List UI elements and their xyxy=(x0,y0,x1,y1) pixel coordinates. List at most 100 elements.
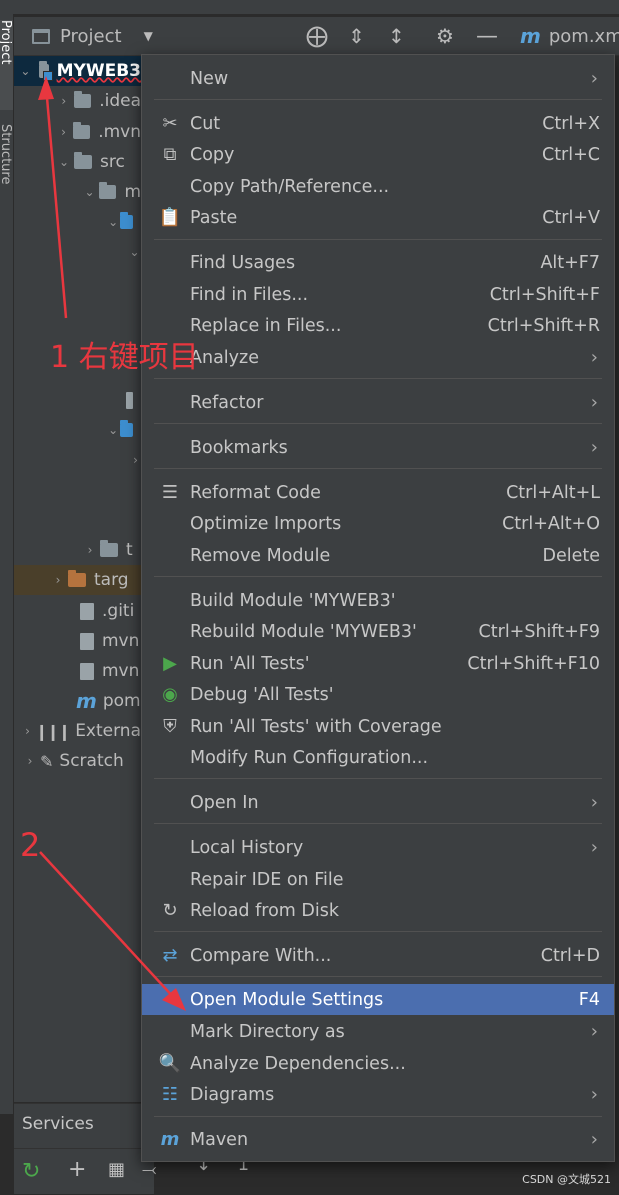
menu-item-rebuild-module[interactable]: Rebuild Module 'MYWEB3' Ctrl+Shift+F9 xyxy=(142,616,614,647)
menu-item-analyze-dependencies[interactable]: 🔍 Analyze Dependencies... xyxy=(142,1048,614,1079)
menu-item-build-module[interactable]: Build Module 'MYWEB3' xyxy=(142,585,614,616)
chevron-right-icon[interactable]: › xyxy=(54,125,73,139)
menu-item-reload-from-disk[interactable]: ↻ Reload from Disk xyxy=(142,895,614,926)
menu-separator xyxy=(154,1116,602,1117)
menu-item-repair-ide[interactable]: Repair IDE on File xyxy=(142,864,614,895)
chevron-down-icon[interactable]: ⌄ xyxy=(20,64,31,78)
chevron-down-icon[interactable]: ⌄ xyxy=(106,215,120,229)
chevron-right-icon: › xyxy=(590,792,598,813)
menu-item-shortcut: Ctrl+Shift+R xyxy=(487,315,600,336)
filter-icon[interactable]: ⤙ xyxy=(142,1159,156,1180)
menu-item-shortcut: Ctrl+Alt+O xyxy=(502,513,600,534)
menu-item-copy-path[interactable]: Copy Path/Reference... xyxy=(142,171,614,202)
folder-icon xyxy=(74,152,92,169)
menu-item-find-in-files[interactable]: Find in Files... Ctrl+Shift+F xyxy=(142,279,614,310)
menu-separator xyxy=(154,423,602,424)
menu-item-diagrams[interactable]: ☷ Diagrams › xyxy=(142,1079,614,1110)
chevron-down-icon[interactable]: ⌄ xyxy=(80,185,99,199)
tree-row-root[interactable]: ⌄ MYWEB3 xyxy=(14,56,141,86)
chevron-right-icon[interactable]: › xyxy=(80,543,100,557)
menu-item-label: Reformat Code xyxy=(190,482,321,503)
menu-item-open-in[interactable]: Open In › xyxy=(142,787,614,818)
menu-separator xyxy=(154,99,602,100)
menu-item-copy[interactable]: ⧉ Copy Ctrl+C xyxy=(142,139,614,170)
menu-item-mark-directory[interactable]: Mark Directory as › xyxy=(142,1016,614,1047)
structure-tool-tab[interactable]: Structure xyxy=(0,124,13,224)
chevron-right-icon[interactable]: › xyxy=(130,453,141,467)
folder-icon xyxy=(73,122,91,139)
tree-row-external-libraries[interactable]: › ❙❙❙ Externa xyxy=(20,716,141,746)
menu-item-new[interactable]: New › xyxy=(142,63,614,94)
menu-item-compare-with[interactable]: ⇄ Compare With... Ctrl+D xyxy=(142,940,614,971)
refresh-icon[interactable]: ↻ xyxy=(22,1159,40,1184)
menu-item-run-all-tests[interactable]: ▶ Run 'All Tests' Ctrl+Shift+F10 xyxy=(142,648,614,679)
menu-item-find-usages[interactable]: Find Usages Alt+F7 xyxy=(142,247,614,278)
menu-item-debug-all-tests[interactable]: ◉ Debug 'All Tests' xyxy=(142,679,614,710)
scissors-icon: ✂ xyxy=(162,113,178,134)
tree-row-mvnw[interactable]: mvn xyxy=(80,626,141,656)
menu-item-cut[interactable]: ✂ Cut Ctrl+X xyxy=(142,108,614,139)
tree-row-idea[interactable]: › .idea xyxy=(54,86,141,116)
project-tool-tab[interactable]: Project xyxy=(0,20,13,110)
menu-item-refactor[interactable]: Refactor › xyxy=(142,387,614,418)
tree-row-webinf[interactable]: › xyxy=(130,445,141,475)
project-view-selector[interactable]: Project ▼ xyxy=(32,17,153,55)
tree-row-target[interactable]: › targ xyxy=(14,565,141,595)
menu-item-label: Modify Run Configuration... xyxy=(190,747,429,768)
tab-pom-xml[interactable]: m pom.xml xyxy=(520,17,619,55)
menu-item-analyze[interactable]: Analyze › xyxy=(142,342,614,373)
locate-target-icon[interactable]: ⨁ xyxy=(306,17,328,55)
menu-separator xyxy=(154,576,602,577)
tree-row-java[interactable]: ⌄ xyxy=(106,207,141,237)
hide-minus-icon[interactable]: — xyxy=(476,17,498,55)
maven-icon: m xyxy=(76,689,97,713)
chevron-right-icon[interactable]: › xyxy=(54,94,74,108)
tree-row-src[interactable]: ⌄ src xyxy=(54,147,141,177)
gear-icon[interactable]: ⚙ xyxy=(436,17,454,55)
menu-item-local-history[interactable]: Local History › xyxy=(142,832,614,863)
tree-row-resource[interactable] xyxy=(126,385,141,415)
tree-row-main[interactable]: ⌄ m xyxy=(80,177,141,207)
menu-item-label: New xyxy=(190,68,229,89)
menu-item-open-module-settings[interactable]: Open Module Settings F4 xyxy=(142,984,614,1015)
chevron-right-icon[interactable]: › xyxy=(20,754,40,768)
project-view-title: Project xyxy=(60,25,122,47)
add-icon[interactable]: + xyxy=(68,1157,86,1182)
chevron-right-icon[interactable]: › xyxy=(20,724,35,738)
tree-row-mvn[interactable]: › .mvn xyxy=(54,117,141,147)
services-title: Services xyxy=(22,1114,94,1134)
menu-item-reformat-code[interactable]: ☰ Reformat Code Ctrl+Alt+L xyxy=(142,477,614,508)
collapse-all-icon[interactable]: ↕ xyxy=(388,17,405,55)
chevron-down-icon[interactable]: ⌄ xyxy=(128,245,141,259)
menu-item-run-with-coverage[interactable]: ⛨ Run 'All Tests' with Coverage xyxy=(142,711,614,742)
menu-item-optimize-imports[interactable]: Optimize Imports Ctrl+Alt+O xyxy=(142,508,614,539)
tree-row-pom[interactable]: m pom xyxy=(76,686,141,716)
menu-item-shortcut: Ctrl+D xyxy=(540,945,600,966)
menu-item-label: Refactor xyxy=(190,392,264,413)
menu-item-label: Compare With... xyxy=(190,945,332,966)
top-edge xyxy=(0,0,619,14)
menu-item-shortcut: F4 xyxy=(578,989,600,1010)
menu-item-label: Rebuild Module 'MYWEB3' xyxy=(190,621,417,642)
chevron-down-icon[interactable]: ⌄ xyxy=(54,155,74,169)
menu-item-shortcut: Ctrl+X xyxy=(542,113,600,134)
tree-row-gitignore[interactable]: .giti xyxy=(80,596,141,626)
menu-item-replace-in-files[interactable]: Replace in Files... Ctrl+Shift+R xyxy=(142,310,614,341)
chevron-down-icon[interactable]: ⌄ xyxy=(106,423,120,437)
tree-row-webapp[interactable]: ⌄ xyxy=(106,415,141,445)
menu-item-paste[interactable]: 📋 Paste Ctrl+V xyxy=(142,202,614,233)
tree-row-nested[interactable]: ⌄ xyxy=(128,237,141,267)
menu-item-label: Mark Directory as xyxy=(190,1021,345,1042)
menu-item-bookmarks[interactable]: Bookmarks › xyxy=(142,432,614,463)
menu-item-label: Open In xyxy=(190,792,259,813)
tree-row-scratches[interactable]: › ✎ Scratch xyxy=(20,746,141,776)
menu-item-maven[interactable]: m Maven › xyxy=(142,1124,614,1155)
tree-row-test[interactable]: › t xyxy=(80,535,141,565)
group-icon[interactable]: ▦ xyxy=(108,1159,125,1180)
menu-item-remove-module[interactable]: Remove Module Delete xyxy=(142,540,614,571)
expand-all-icon[interactable]: ⇕ xyxy=(348,17,365,55)
menu-separator xyxy=(154,976,602,977)
chevron-right-icon[interactable]: › xyxy=(48,573,68,587)
tree-row-mvnw-cmd[interactable]: mvn xyxy=(80,656,141,686)
menu-item-modify-run-config[interactable]: Modify Run Configuration... xyxy=(142,742,614,773)
